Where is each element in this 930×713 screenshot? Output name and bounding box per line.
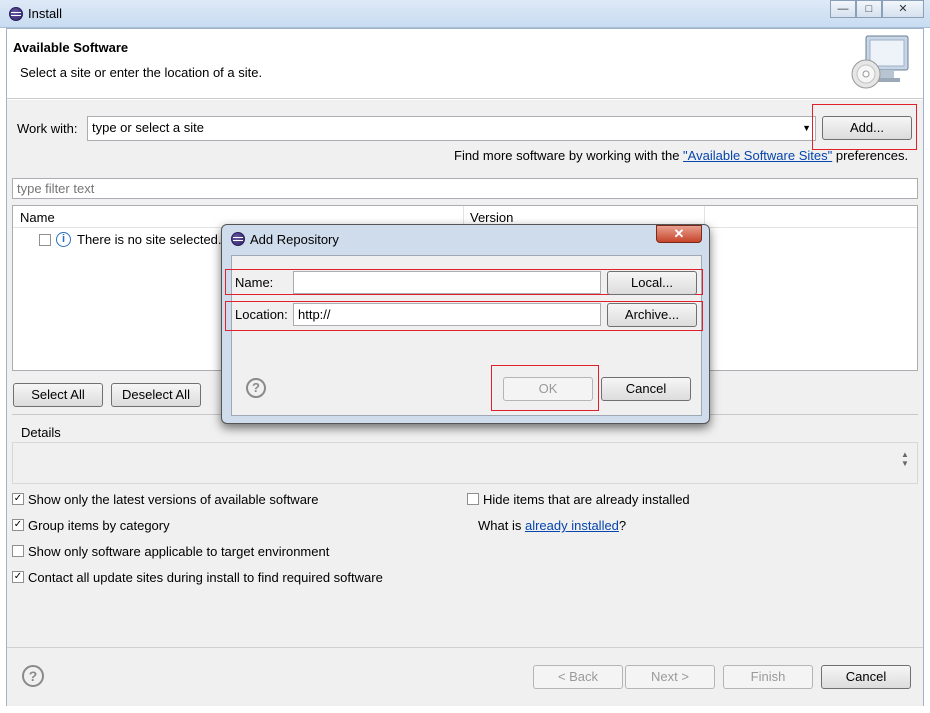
already-installed-link[interactable]: already installed xyxy=(525,518,619,533)
what-is-text: What is already installed? xyxy=(478,518,626,533)
select-all-button[interactable]: Select All xyxy=(13,383,103,407)
eclipse-icon xyxy=(9,7,23,21)
work-with-value: type or select a site xyxy=(92,120,204,135)
hide-installed-label: Hide items that are already installed xyxy=(483,492,690,507)
dialog-content: Name: Local... Location: http:// Archive… xyxy=(225,255,703,416)
deselect-all-button[interactable]: Deselect All xyxy=(111,383,201,407)
cancel-button[interactable]: Cancel xyxy=(821,665,911,689)
dialog-title: Add Repository xyxy=(250,232,339,247)
contact-sites-checkbox[interactable]: ✓ xyxy=(12,571,24,583)
find-more-prefix: Find more software by working with the xyxy=(454,148,684,163)
eclipse-icon xyxy=(231,232,245,246)
work-with-combo[interactable]: type or select a site ▼ xyxy=(87,116,816,141)
ok-button[interactable]: OK xyxy=(503,377,593,401)
hide-installed-checkbox[interactable] xyxy=(467,493,479,505)
location-input[interactable]: http:// xyxy=(293,303,601,326)
dialog-cancel-button[interactable]: Cancel xyxy=(601,377,691,401)
footer-separator xyxy=(7,647,923,648)
info-icon: i xyxy=(56,232,71,247)
page-title: Available Software xyxy=(13,40,129,55)
name-label: Name: xyxy=(235,275,274,290)
help-icon[interactable]: ? xyxy=(246,378,266,398)
add-button[interactable]: Add... xyxy=(822,116,912,140)
close-button[interactable]: ✕ xyxy=(882,0,924,18)
finish-button[interactable]: Finish xyxy=(723,665,813,689)
target-env-label: Show only software applicable to target … xyxy=(28,544,330,559)
add-repository-dialog[interactable]: Add Repository ✕ Name: Local... Location… xyxy=(221,224,710,424)
location-label: Location: xyxy=(235,307,288,322)
latest-versions-checkbox[interactable]: ✓ xyxy=(12,493,24,505)
what-is-suffix: ? xyxy=(618,518,627,533)
column-name[interactable]: Name xyxy=(20,210,55,225)
row-checkbox[interactable] xyxy=(39,234,51,246)
group-by-category-checkbox[interactable]: ✓ xyxy=(12,519,24,531)
table-row: There is no site selected. xyxy=(77,232,222,247)
find-more-suffix: preferences. xyxy=(832,148,909,163)
maximize-button[interactable]: □ xyxy=(856,0,882,18)
minimize-button[interactable]: — xyxy=(830,0,856,18)
target-env-checkbox[interactable] xyxy=(12,545,24,557)
dialog-close-button[interactable]: ✕ xyxy=(656,225,702,243)
details-label: Details xyxy=(21,425,61,440)
contact-sites-label: Contact all update sites during install … xyxy=(28,570,383,585)
latest-versions-label: Show only the latest versions of availab… xyxy=(28,492,319,507)
install-software-icon xyxy=(851,35,909,89)
work-with-label: Work with: xyxy=(17,121,78,136)
name-input[interactable] xyxy=(293,271,601,294)
available-software-sites-link[interactable]: "Available Software Sites" xyxy=(683,148,832,163)
column-version[interactable]: Version xyxy=(470,210,513,225)
scroll-arrows-icon[interactable]: ▲ ▼ xyxy=(901,450,909,468)
help-icon[interactable]: ? xyxy=(22,665,44,687)
back-button[interactable]: < Back xyxy=(533,665,623,689)
details-area[interactable] xyxy=(12,442,918,484)
filter-input[interactable] xyxy=(12,178,918,199)
chevron-down-icon[interactable]: ▼ xyxy=(802,117,811,139)
next-button[interactable]: Next > xyxy=(625,665,715,689)
what-is-prefix: What is xyxy=(478,518,525,533)
page-description: Select a site or enter the location of a… xyxy=(20,65,263,80)
local-button[interactable]: Local... xyxy=(607,271,697,295)
window-controls: — □ ✕ xyxy=(830,0,924,18)
archive-button[interactable]: Archive... xyxy=(607,303,697,327)
window-title: Install xyxy=(28,6,62,21)
group-by-category-label: Group items by category xyxy=(28,518,170,533)
find-more-text: Find more software by working with the "… xyxy=(454,148,908,163)
title-bar xyxy=(0,0,930,28)
wizard-header xyxy=(7,29,923,99)
